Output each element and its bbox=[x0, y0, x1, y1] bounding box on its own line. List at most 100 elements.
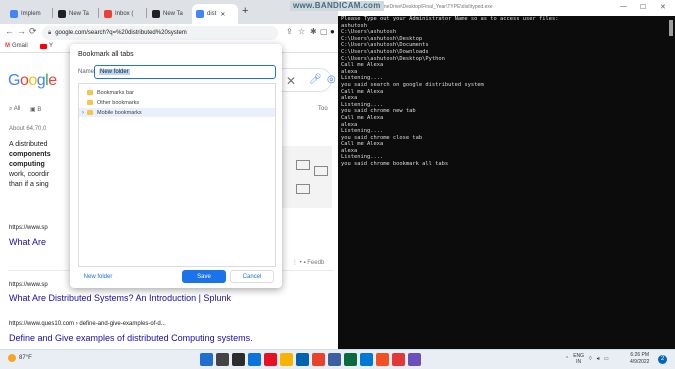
lens-icon[interactable]: ◎ bbox=[327, 74, 336, 85]
tab-favicon bbox=[58, 10, 66, 18]
star-icon[interactable]: ☆ bbox=[298, 27, 305, 36]
bookmark-label: Y bbox=[49, 43, 54, 49]
taskbar-app-icon[interactable] bbox=[248, 353, 261, 366]
search-icon: ⌕ bbox=[9, 106, 13, 112]
bookmark-gmail[interactable]: M Gmail bbox=[5, 43, 28, 49]
taskbar-app-icon[interactable] bbox=[408, 353, 421, 366]
microphone-icon[interactable]: 🎤︎ bbox=[309, 74, 322, 85]
tab-separator bbox=[146, 8, 147, 18]
clock-time: 6:26 PM bbox=[630, 352, 650, 358]
tab-separator bbox=[52, 8, 53, 18]
snippet-diagram-image[interactable] bbox=[278, 146, 332, 208]
save-button[interactable]: Save bbox=[182, 270, 226, 283]
sidepanel-icon[interactable]: ▢ bbox=[320, 27, 328, 36]
close-icon[interactable]: ✕ bbox=[660, 3, 666, 11]
name-label: Name bbox=[78, 69, 95, 75]
folder-other-bookmarks[interactable]: Other bookmarks bbox=[79, 98, 275, 107]
terminal-line: Listening.... bbox=[341, 101, 384, 108]
bookmark-youtube[interactable]: Y bbox=[40, 43, 53, 49]
diagram-node bbox=[296, 184, 310, 194]
taskbar-app-icon[interactable] bbox=[200, 353, 213, 366]
result-title-link[interactable]: Define and Give examples of distributed … bbox=[9, 333, 253, 343]
minimize-icon[interactable]: — bbox=[620, 3, 627, 10]
clock[interactable]: 6:26 PM 4/9/2022 bbox=[630, 352, 649, 366]
maximize-icon[interactable]: ☐ bbox=[640, 3, 646, 11]
result-title-link[interactable]: What Are Distributed Systems? An Introdu… bbox=[9, 293, 231, 303]
more-icon: ⋮ • bbox=[292, 260, 302, 266]
terminal-line: C:\Users\ashutosh\Desktop bbox=[341, 35, 423, 42]
taskbar-app-icon[interactable] bbox=[360, 353, 373, 366]
share-icon[interactable]: ⇪ bbox=[286, 27, 293, 36]
wifi-icon[interactable]: ⌔ bbox=[588, 356, 593, 362]
bandicam-watermark: www.BANDICAM.com bbox=[290, 1, 384, 11]
feedback-link[interactable]: ⋮ • ▪ Feedb bbox=[292, 259, 324, 266]
taskbar-app-icon[interactable] bbox=[392, 353, 405, 366]
filter-all[interactable]: ⌕ All bbox=[9, 106, 20, 113]
tab-inbox[interactable]: Inbox ( bbox=[100, 4, 144, 24]
terminal-titlebar[interactable]: www.BANDICAM.com OneDrive\Desktop\Final_… bbox=[290, 0, 675, 16]
tab-new-tab-2[interactable]: New Ta bbox=[148, 4, 190, 24]
taskbar-app-icon[interactable] bbox=[296, 353, 309, 366]
featured-snippet: A distributed components computing work,… bbox=[9, 140, 73, 190]
folder-label: Other bookmarks bbox=[97, 99, 140, 106]
close-tab-icon[interactable]: ✕ bbox=[220, 11, 225, 18]
system-tray: ⌃ ENG IN ⌔ 🔊︎ ▭ bbox=[565, 353, 609, 365]
logo-letter: g bbox=[36, 72, 46, 89]
logo-letter: G bbox=[8, 72, 20, 89]
filter-images[interactable]: ▣ B bbox=[30, 106, 41, 113]
result-title-link[interactable]: What Are bbox=[9, 237, 46, 247]
tab-favicon bbox=[196, 10, 204, 18]
google-logo[interactable]: Google bbox=[8, 72, 57, 90]
new-tab-button[interactable]: + bbox=[242, 5, 248, 17]
terminal-line: Call me Alexa bbox=[341, 88, 384, 95]
folder-bookmarks-bar[interactable]: Bookmarks bar bbox=[79, 88, 275, 97]
terminal-output: Please Type out your Administrator Name … bbox=[341, 16, 661, 168]
clear-search-icon[interactable]: ✕ bbox=[286, 74, 296, 88]
terminal-line: Call me Alexa bbox=[341, 141, 384, 148]
folder-name-input[interactable]: New folder bbox=[94, 65, 276, 79]
taskbar-app-icon[interactable] bbox=[312, 353, 325, 366]
new-folder-button[interactable]: New folder bbox=[78, 270, 118, 283]
terminal-window[interactable]: www.BANDICAM.com OneDrive\Desktop\Final_… bbox=[290, 0, 675, 349]
tab-favicon bbox=[10, 10, 18, 18]
terminal-line: ashutosh bbox=[341, 22, 367, 29]
back-arrow-icon[interactable]: ← bbox=[5, 26, 14, 36]
taskbar-app-icon[interactable] bbox=[264, 353, 277, 366]
reload-icon[interactable]: ⟳ bbox=[29, 26, 37, 37]
taskbar-app-icon[interactable] bbox=[328, 353, 341, 366]
terminal-line: Call me Alexa bbox=[341, 114, 384, 121]
folder-tree: Bookmarks bar Other bookmarks › Mobile b… bbox=[78, 83, 276, 267]
sun-icon bbox=[8, 354, 16, 362]
tab-label: Inbox ( bbox=[115, 11, 134, 17]
folder-icon bbox=[87, 110, 93, 115]
tab-implementation[interactable]: Implem bbox=[6, 4, 50, 24]
address-bar[interactable]: 🔒︎ google.com/search?q=%20distributed%20… bbox=[42, 26, 278, 40]
taskbar-app-icon[interactable] bbox=[376, 353, 389, 366]
battery-icon[interactable]: ▭ bbox=[604, 356, 609, 362]
chevron-up-icon[interactable]: ⌃ bbox=[565, 356, 569, 362]
tab-dist-active[interactable]: dist ✕ bbox=[192, 4, 238, 24]
taskbar-app-icon[interactable] bbox=[280, 353, 293, 366]
taskbar-app-icon[interactable] bbox=[232, 353, 245, 366]
terminal-line: you said search on google distributed sy… bbox=[341, 81, 484, 88]
taskbar-app-icon[interactable] bbox=[344, 353, 357, 366]
cancel-button[interactable]: Cancel bbox=[230, 270, 274, 283]
extensions-icon[interactable]: ✱ bbox=[310, 27, 317, 36]
notification-badge[interactable]: 2 bbox=[658, 355, 667, 364]
filter-tools[interactable]: Too bbox=[318, 106, 328, 112]
language-indicator[interactable]: ENG IN bbox=[573, 353, 584, 365]
folder-mobile-bookmarks[interactable]: › Mobile bookmarks bbox=[79, 108, 275, 117]
terminal-line: Please Type out your Administrator Name … bbox=[341, 16, 559, 22]
tab-strip: Implem New Ta Inbox ( New Ta dist ✕ + bbox=[0, 0, 340, 24]
tab-new-tab-1[interactable]: New Ta bbox=[54, 4, 96, 24]
taskbar-app-icon[interactable] bbox=[216, 353, 229, 366]
volume-icon[interactable]: 🔊︎ bbox=[597, 356, 600, 362]
profile-icon[interactable]: ● bbox=[330, 27, 335, 36]
terminal-scrollbar[interactable] bbox=[669, 20, 673, 36]
terminal-line: alexa bbox=[341, 95, 358, 102]
weather-widget[interactable]: 87°F bbox=[8, 354, 32, 362]
tab-label: New Ta bbox=[163, 11, 183, 17]
filter-label: All bbox=[13, 106, 21, 112]
forward-arrow-icon[interactable]: → bbox=[17, 26, 26, 36]
lock-icon: 🔒︎ bbox=[48, 29, 52, 36]
